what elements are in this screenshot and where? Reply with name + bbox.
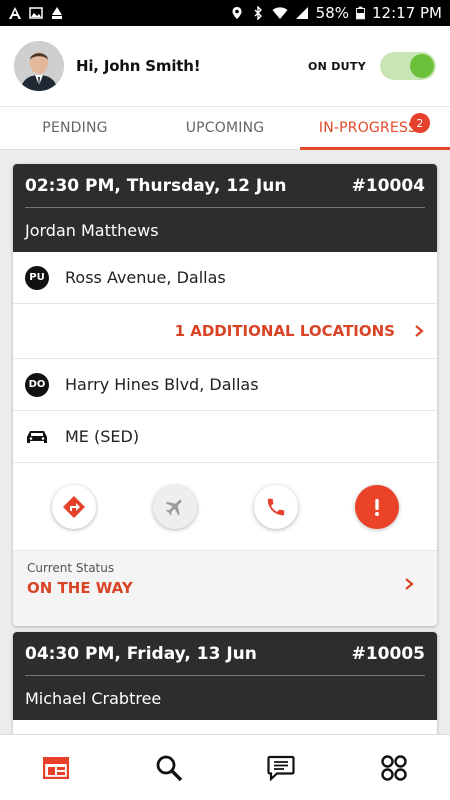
wifi-icon bbox=[272, 7, 288, 19]
pickup-address: Ross Avenue, Dallas bbox=[65, 268, 226, 287]
greeting: Hi, John Smith! bbox=[76, 57, 201, 75]
flight-button[interactable] bbox=[152, 484, 197, 529]
dropoff-address: Harry Hines Blvd, Dallas bbox=[65, 375, 259, 394]
chevron-right-icon bbox=[405, 578, 414, 590]
trip-card[interactable]: 02:30 PM, Thursday, 12 Jun #10004 Jordan… bbox=[13, 164, 437, 626]
additional-locations-row[interactable]: 1 ADDITIONAL LOCATIONS bbox=[13, 304, 437, 359]
directions-button[interactable] bbox=[51, 484, 96, 529]
phone-icon bbox=[267, 498, 284, 515]
chat-icon bbox=[267, 755, 295, 781]
pickup-tag: PU bbox=[25, 265, 49, 290]
trip-tabs: PENDING UPCOMING IN-PROGRESS 2 bbox=[0, 106, 450, 150]
trip-number: #10005 bbox=[351, 643, 425, 664]
car-icon bbox=[27, 430, 47, 443]
bottom-nav bbox=[0, 734, 450, 800]
pickup-row: PU Ross Avenue, Dallas bbox=[13, 252, 437, 304]
call-button[interactable] bbox=[253, 484, 298, 529]
tab-in-progress[interactable]: IN-PROGRESS 2 bbox=[300, 107, 450, 150]
battery-icon bbox=[356, 6, 366, 20]
driver-photo-icon bbox=[14, 41, 64, 91]
search-icon bbox=[156, 755, 182, 781]
flight-icon bbox=[165, 499, 182, 515]
vehicle-label: ME (SED) bbox=[65, 427, 140, 446]
directions-icon bbox=[62, 495, 85, 518]
app-mm-icon bbox=[52, 7, 62, 19]
vehicle-row: ME (SED) bbox=[13, 411, 437, 463]
nav-search[interactable] bbox=[139, 743, 199, 793]
trip-card-header: 02:30 PM, Thursday, 12 Jun #10004 Jordan… bbox=[13, 164, 437, 252]
trip-card-header: 04:30 PM, Friday, 13 Jun #10005 Michael … bbox=[13, 632, 437, 720]
tab-label: PENDING bbox=[42, 120, 108, 136]
location-icon bbox=[232, 7, 242, 19]
dashboard-icon bbox=[43, 756, 70, 779]
alert-icon bbox=[374, 498, 379, 516]
alert-button[interactable] bbox=[354, 484, 399, 529]
dropoff-row: DO Harry Hines Blvd, Dallas bbox=[13, 359, 437, 411]
trip-card[interactable]: 04:30 PM, Friday, 13 Jun #10005 Michael … bbox=[13, 632, 437, 742]
nav-apps[interactable] bbox=[364, 743, 424, 793]
tab-label: UPCOMING bbox=[185, 120, 265, 136]
trip-actions bbox=[13, 463, 437, 551]
current-status-row[interactable]: Current Status ON THE WAY bbox=[13, 551, 437, 626]
signal-icon bbox=[295, 7, 308, 19]
passenger-name: Jordan Matthews bbox=[25, 220, 159, 240]
duty-toggle[interactable] bbox=[380, 52, 436, 80]
toggle-knob bbox=[410, 54, 434, 78]
count-badge: 2 bbox=[410, 113, 430, 133]
tab-upcoming[interactable]: UPCOMING bbox=[150, 107, 300, 149]
battery-percent: 58% bbox=[315, 4, 350, 22]
app-a-icon bbox=[9, 7, 21, 19]
dropoff-tag: DO bbox=[25, 372, 49, 397]
status-label: Current Status bbox=[27, 561, 115, 575]
bluetooth-icon bbox=[254, 6, 262, 20]
trip-datetime: 04:30 PM, Friday, 13 Jun bbox=[25, 643, 257, 664]
status-value: ON THE WAY bbox=[27, 579, 133, 597]
tab-pending[interactable]: PENDING bbox=[0, 107, 150, 149]
chevron-right-icon bbox=[415, 325, 424, 337]
trip-number: #10004 bbox=[351, 175, 425, 196]
apps-icon bbox=[381, 754, 407, 781]
trip-datetime: 02:30 PM, Thursday, 12 Jun bbox=[25, 175, 287, 196]
status-bar: 58% 12:17 PM bbox=[0, 0, 450, 26]
passenger-name: Michael Crabtree bbox=[25, 688, 162, 708]
additional-locations-label: 1 ADDITIONAL LOCATIONS bbox=[174, 322, 395, 340]
image-icon bbox=[29, 7, 43, 19]
nav-dashboard[interactable] bbox=[26, 743, 86, 793]
driver-header: Hi, John Smith! ON DUTY bbox=[0, 26, 450, 106]
tab-label: IN-PROGRESS bbox=[318, 120, 418, 136]
clock: 12:17 PM bbox=[372, 4, 442, 22]
nav-messages[interactable] bbox=[251, 743, 311, 793]
avatar[interactable] bbox=[14, 41, 64, 91]
duty-label: ON DUTY bbox=[307, 59, 366, 73]
